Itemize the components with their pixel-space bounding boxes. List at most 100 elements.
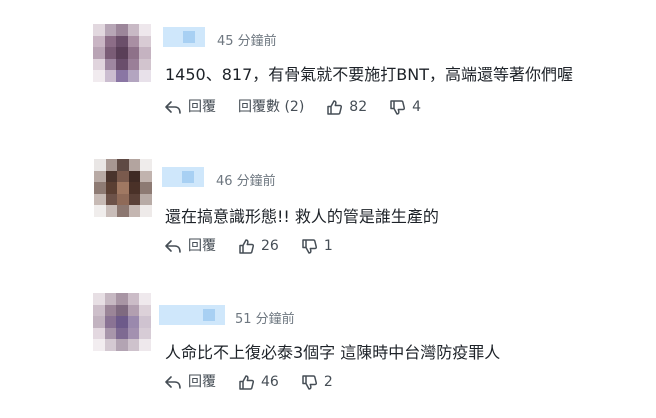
avatar-pixel — [104, 47, 117, 59]
reply-icon — [165, 101, 181, 114]
avatar-pixel — [93, 304, 105, 317]
avatar-pixel — [105, 205, 118, 217]
avatar-pixel — [127, 70, 140, 82]
reply-count-label: 回覆數 (2) — [238, 99, 305, 115]
avatar-pixel — [139, 327, 151, 340]
avatar-pixel — [116, 47, 128, 59]
avatar-pixel — [116, 327, 128, 340]
avatar-pixel — [104, 327, 117, 340]
thumbs-up-icon — [327, 99, 343, 115]
avatar-pixel — [139, 304, 151, 317]
dislike-button[interactable]: 4 — [389, 98, 421, 116]
avatar-pixel — [116, 304, 128, 317]
avatar-pixel — [93, 35, 105, 48]
avatar[interactable] — [93, 293, 151, 351]
reply-icon — [165, 376, 181, 389]
avatar-pixel — [128, 159, 141, 171]
avatar-pixel — [128, 182, 141, 194]
reply-label: 回覆 — [188, 374, 216, 390]
avatar-pixel — [116, 24, 128, 36]
avatar-pixel — [139, 58, 151, 71]
dislike-count: 2 — [323, 374, 333, 390]
like-count: 46 — [261, 374, 279, 390]
like-button[interactable]: 46 — [238, 373, 279, 391]
comment-time: 46 分鐘前 — [216, 174, 276, 189]
avatar-pixel — [104, 24, 117, 36]
avatar-pixel — [116, 35, 128, 48]
reply-count-button[interactable]: 回覆數 (2) — [238, 98, 304, 116]
reply-button[interactable]: 回覆 — [164, 98, 216, 116]
avatar-pixel — [105, 159, 118, 171]
dislike-button[interactable]: 1 — [301, 237, 333, 255]
avatar-pixel — [139, 47, 151, 59]
comment-actions: 回覆 回覆數 (2) 82 4 — [164, 98, 443, 116]
reply-button[interactable]: 回覆 — [164, 373, 216, 391]
avatar-pixel — [94, 182, 106, 194]
avatar-pixel — [140, 170, 152, 183]
avatar-pixel — [140, 159, 152, 171]
avatar-pixel — [128, 170, 141, 183]
avatar[interactable] — [93, 24, 151, 82]
comment-text: 人命比不上復必泰3個字 這陳時中台灣防疫罪人 — [165, 343, 501, 362]
username-blurred[interactable] — [163, 27, 205, 47]
avatar-pixel — [139, 35, 151, 48]
avatar-pixel — [104, 339, 117, 351]
dislike-count: 1 — [323, 238, 333, 254]
avatar-pixel — [127, 304, 140, 317]
reply-icon — [165, 240, 181, 253]
avatar-pixel — [93, 24, 105, 36]
avatar-pixel — [93, 316, 105, 328]
avatar-pixel — [128, 205, 141, 217]
avatar-pixel — [139, 316, 151, 328]
avatar-pixel — [117, 205, 129, 217]
thumbs-up-icon — [239, 238, 255, 254]
avatar-pixel — [94, 159, 106, 171]
avatar-pixel — [117, 170, 129, 183]
username-blurred[interactable] — [159, 305, 225, 325]
avatar-pixel — [117, 159, 129, 171]
comment-actions: 回覆 26 1 — [164, 237, 355, 255]
avatar-pixel — [128, 193, 141, 206]
avatar-pixel — [127, 293, 140, 305]
avatar-pixel — [127, 58, 140, 71]
dislike-button[interactable]: 2 — [301, 373, 333, 391]
avatar[interactable] — [94, 159, 152, 217]
comment-time: 51 分鐘前 — [235, 312, 295, 327]
thumbs-down-icon — [302, 238, 317, 254]
comment-text: 1450、817，有骨氣就不要施打BNT，高端還等著你們喔 — [165, 65, 573, 84]
like-count: 26 — [261, 238, 279, 254]
avatar-pixel — [104, 35, 117, 48]
avatar-pixel — [104, 293, 117, 305]
avatar-pixel — [127, 327, 140, 340]
avatar-pixel — [116, 58, 128, 71]
avatar-pixel — [93, 58, 105, 71]
avatar-pixel — [94, 170, 106, 183]
avatar-pixel — [140, 205, 152, 217]
dislike-count: 4 — [412, 99, 422, 115]
avatar-pixel — [93, 327, 105, 340]
avatar-pixel — [94, 205, 106, 217]
avatar-pixel — [127, 316, 140, 328]
thumbs-down-icon — [390, 99, 406, 115]
avatar-pixel — [104, 70, 117, 82]
username-blurred[interactable] — [162, 167, 204, 187]
like-button[interactable]: 82 — [326, 98, 367, 116]
thumbs-down-icon — [302, 374, 317, 390]
avatar-pixel — [93, 339, 105, 351]
avatar-pixel — [104, 58, 117, 71]
avatar-pixel — [117, 182, 129, 194]
avatar-pixel — [105, 182, 118, 194]
avatar-pixel — [140, 193, 152, 206]
avatar-pixel — [127, 47, 140, 59]
avatar-pixel — [105, 193, 118, 206]
avatar-pixel — [140, 182, 152, 194]
avatar-pixel — [116, 339, 128, 351]
like-button[interactable]: 26 — [238, 237, 279, 255]
avatar-pixel — [93, 293, 105, 305]
avatar-pixel — [104, 304, 117, 317]
reply-button[interactable]: 回覆 — [164, 237, 216, 255]
avatar-pixel — [116, 70, 128, 82]
avatar-pixel — [93, 47, 105, 59]
avatar-pixel — [127, 35, 140, 48]
avatar-pixel — [117, 193, 129, 206]
